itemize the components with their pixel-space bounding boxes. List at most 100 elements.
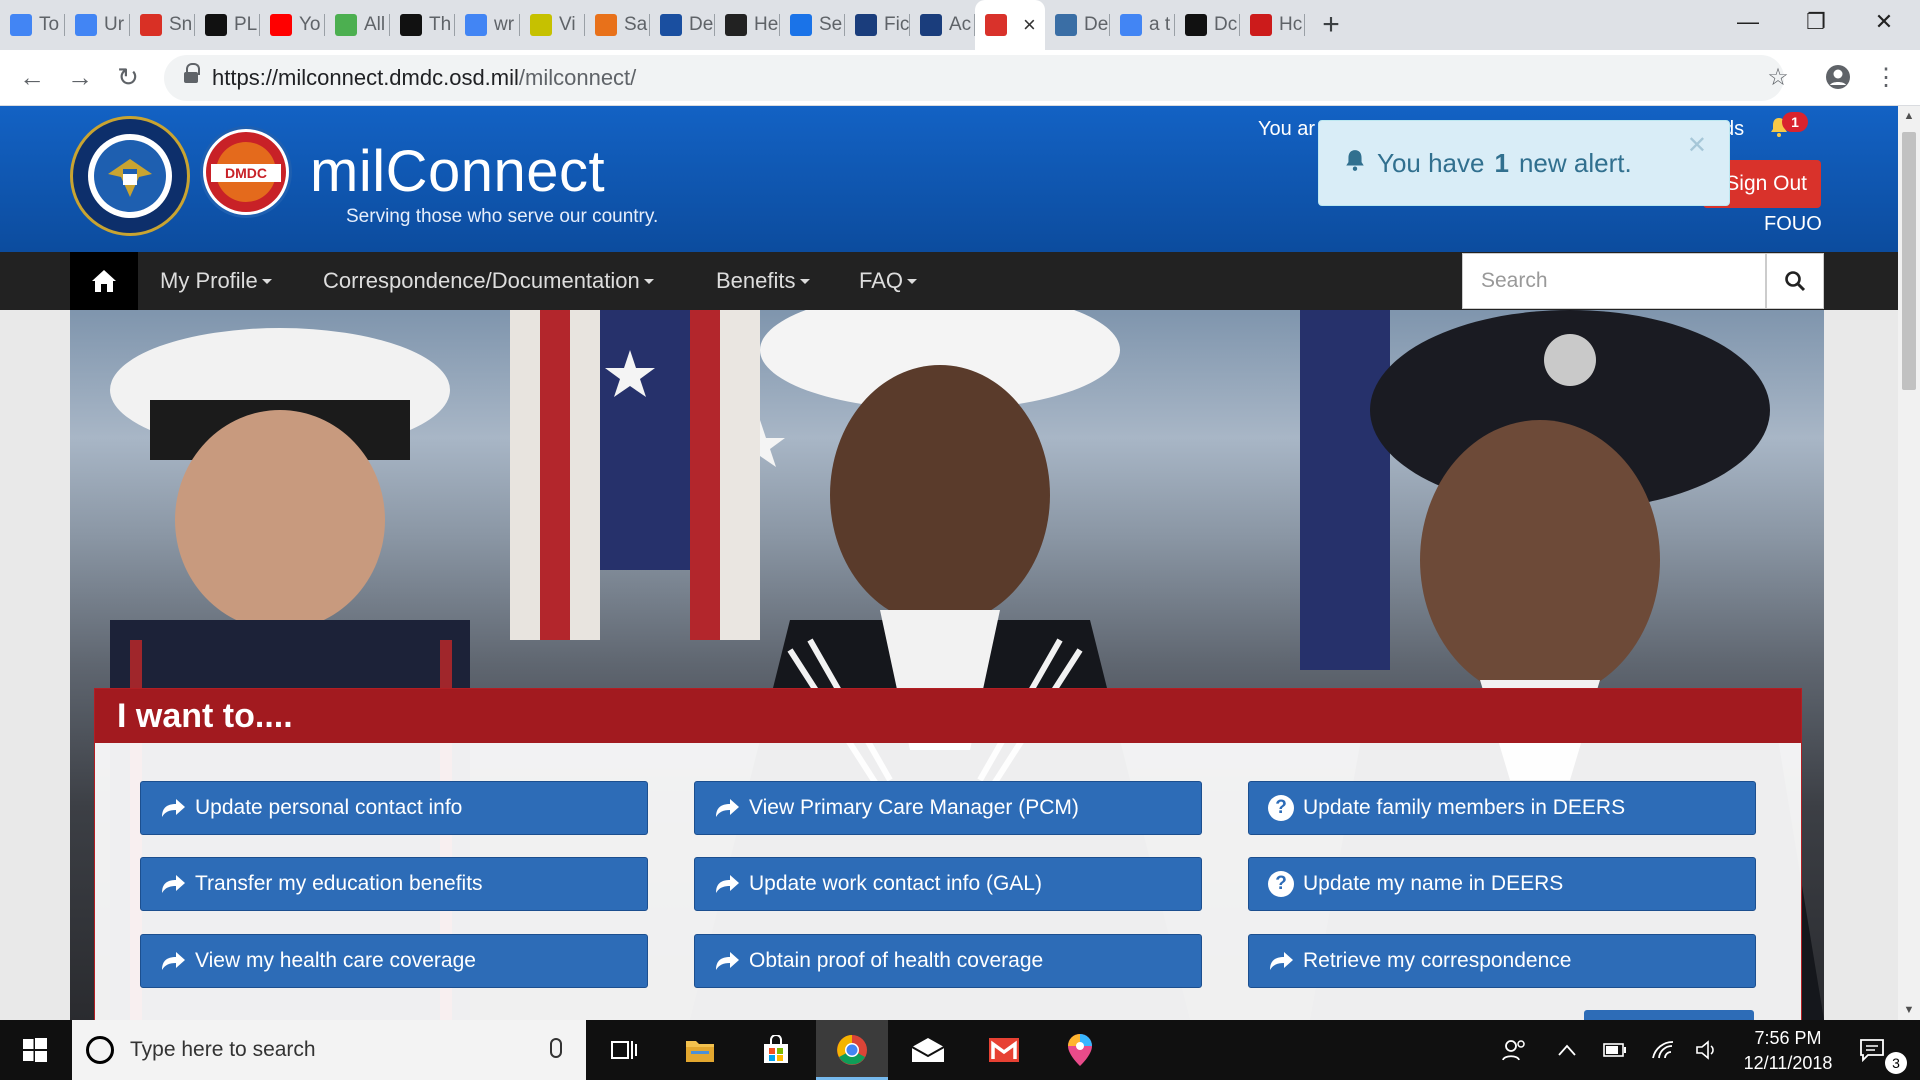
page-scrollbar[interactable]: ▲ ▼ <box>1898 106 1920 1020</box>
quick-link-button[interactable]: ? Update my name in DEERS <box>1248 857 1756 911</box>
scroll-up-icon[interactable]: ▲ <box>1898 106 1920 126</box>
bookmark-star-icon[interactable]: ☆ <box>1760 59 1796 95</box>
tab-strip: To Ur Sn PL Yo All Th wr Vi Sa De He Se Fic Ac × De a t Dc… <box>0 0 1920 50</box>
alert-count-badge: 1 <box>1782 112 1808 132</box>
browser-tab-label: Dc <box>1214 14 1238 35</box>
browser-tab[interactable]: Dc <box>1175 0 1240 50</box>
browser-tab[interactable]: To <box>0 0 65 50</box>
quick-link-button[interactable]: Retrieve my correspondence <box>1248 934 1756 988</box>
people-icon[interactable] <box>1494 1020 1534 1080</box>
caret-down-icon <box>643 278 654 284</box>
windows-start-icon[interactable] <box>0 1020 70 1080</box>
clock-date: 12/11/2018 <box>1743 1053 1833 1073</box>
browser-tab[interactable]: De <box>650 0 715 50</box>
bc-icon <box>205 14 227 36</box>
scroll-thumb[interactable] <box>1902 132 1916 390</box>
panel-title: I want to.... <box>95 689 1801 743</box>
browser-tab[interactable]: a t <box>1110 0 1175 50</box>
browser-tab[interactable]: Th <box>390 0 455 50</box>
quick-link-label: View Primary Care Manager (PCM) <box>749 796 1079 819</box>
browser-tab[interactable]: × <box>975 0 1045 50</box>
url-field[interactable]: https://milconnect.dmdc.osd.mil/milconne… <box>164 55 1784 101</box>
close-tab-icon[interactable]: × <box>1023 12 1036 38</box>
browser-tab-label: Th <box>429 14 452 35</box>
maximize-button[interactable]: ❐ <box>1782 0 1850 44</box>
close-window-button[interactable]: ✕ <box>1850 0 1918 44</box>
profile-avatar-icon[interactable] <box>1820 59 1856 95</box>
browser-tab[interactable]: Fic <box>845 0 910 50</box>
nav-my-profile[interactable]: My Profile <box>160 252 272 310</box>
browser-tab-label: Ac <box>949 14 972 35</box>
quick-link-button[interactable]: View Primary Care Manager (PCM) <box>694 781 1202 835</box>
notifications-icon[interactable] <box>1852 1020 1892 1080</box>
opera-icon <box>1250 14 1272 36</box>
browser-tab[interactable]: Sa <box>585 0 650 50</box>
gmail-icon[interactable] <box>968 1020 1040 1080</box>
maps-pin-icon[interactable] <box>1044 1020 1116 1080</box>
reload-icon[interactable]: ↻ <box>110 59 146 95</box>
globe-icon <box>1055 14 1077 36</box>
chevron-up-icon[interactable] <box>1552 1020 1582 1080</box>
forward-arrow-icon[interactable]: → <box>62 59 98 95</box>
quick-link-label: Update family members in DEERS <box>1303 796 1626 819</box>
quick-link-button[interactable]: ? Update family members in DEERS <box>1248 781 1756 835</box>
file-explorer-icon[interactable] <box>664 1020 736 1080</box>
quick-link-button[interactable]: Transfer my education benefits <box>140 857 648 911</box>
wifi-icon[interactable] <box>1648 1020 1678 1080</box>
quick-link-button[interactable]: Update personal contact info <box>140 781 648 835</box>
share-arrow-icon <box>159 947 187 975</box>
nav-faq[interactable]: FAQ <box>859 252 918 310</box>
chrome-icon[interactable] <box>816 1020 888 1080</box>
home-icon[interactable] <box>70 252 138 310</box>
browser-tab-label: Ur <box>104 14 125 35</box>
task-view-icon[interactable] <box>588 1020 660 1080</box>
share-arrow-icon <box>713 794 741 822</box>
volume-icon[interactable] <box>1692 1020 1722 1080</box>
nav-benefits[interactable]: Benefits <box>716 252 810 310</box>
browser-tab[interactable]: Yo <box>260 0 325 50</box>
browser-tab[interactable]: Ac <box>910 0 975 50</box>
browser-tab[interactable]: Sn <box>130 0 195 50</box>
site-search-input[interactable] <box>1462 253 1766 309</box>
quick-link-label: View my health care coverage <box>195 949 476 972</box>
url-path: /milconnect/ <box>518 65 637 90</box>
quick-link-button[interactable]: Update work contact info (GAL) <box>694 857 1202 911</box>
minimize-button[interactable]: — <box>1714 0 1782 44</box>
browser-tab[interactable]: wr <box>455 0 520 50</box>
browser-tab[interactable]: All <box>325 0 390 50</box>
new-alert-popup[interactable]: You have 1 new alert. ✕ <box>1318 120 1730 206</box>
taskbar-search-box[interactable]: Type here to search <box>72 1020 586 1080</box>
search-button[interactable] <box>1766 253 1824 309</box>
microphone-icon[interactable] <box>550 1038 562 1058</box>
browser-tab-label: He <box>754 14 779 35</box>
close-icon[interactable]: ✕ <box>1687 131 1707 160</box>
browser-tab[interactable]: PL <box>195 0 260 50</box>
lock-icon <box>184 63 200 86</box>
dmdc-icon <box>985 14 1007 36</box>
quick-link-button[interactable]: View my health care coverage <box>140 934 648 988</box>
caret-down-icon <box>261 278 272 284</box>
back-arrow-icon[interactable]: ← <box>14 59 50 95</box>
mail-icon[interactable] <box>892 1020 964 1080</box>
browser-tab[interactable]: Ur <box>65 0 130 50</box>
browser-tab[interactable]: He <box>715 0 780 50</box>
browser-tab[interactable]: De <box>1045 0 1110 50</box>
menu-kebab-icon[interactable]: ⋮ <box>1868 59 1904 95</box>
share-arrow-icon <box>159 870 187 898</box>
battery-icon[interactable] <box>1600 1020 1630 1080</box>
nav-correspondence[interactable]: Correspondence/Documentation <box>323 252 654 310</box>
quick-link-button[interactable]: Obtain proof of health coverage <box>694 934 1202 988</box>
dmdc-seal-text: DMDC <box>225 165 267 181</box>
nav-my-profile-label: My Profile <box>160 268 258 293</box>
browser-tab-label: Hc <box>1279 14 1303 35</box>
store-icon[interactable] <box>740 1020 812 1080</box>
browser-tab[interactable]: Se <box>780 0 845 50</box>
browser-tab[interactable]: Hc <box>1240 0 1305 50</box>
taskbar-clock[interactable]: 7:56 PM 12/11/2018 <box>1740 1026 1836 1076</box>
new-tab-button[interactable]: + <box>1305 0 1357 50</box>
scroll-down-icon[interactable]: ▼ <box>1898 1000 1920 1020</box>
quick-link-label: Update personal contact info <box>195 796 463 819</box>
cortana-icon <box>86 1036 114 1064</box>
more-button-peek[interactable] <box>1584 1010 1754 1020</box>
browser-tab[interactable]: Vi <box>520 0 585 50</box>
